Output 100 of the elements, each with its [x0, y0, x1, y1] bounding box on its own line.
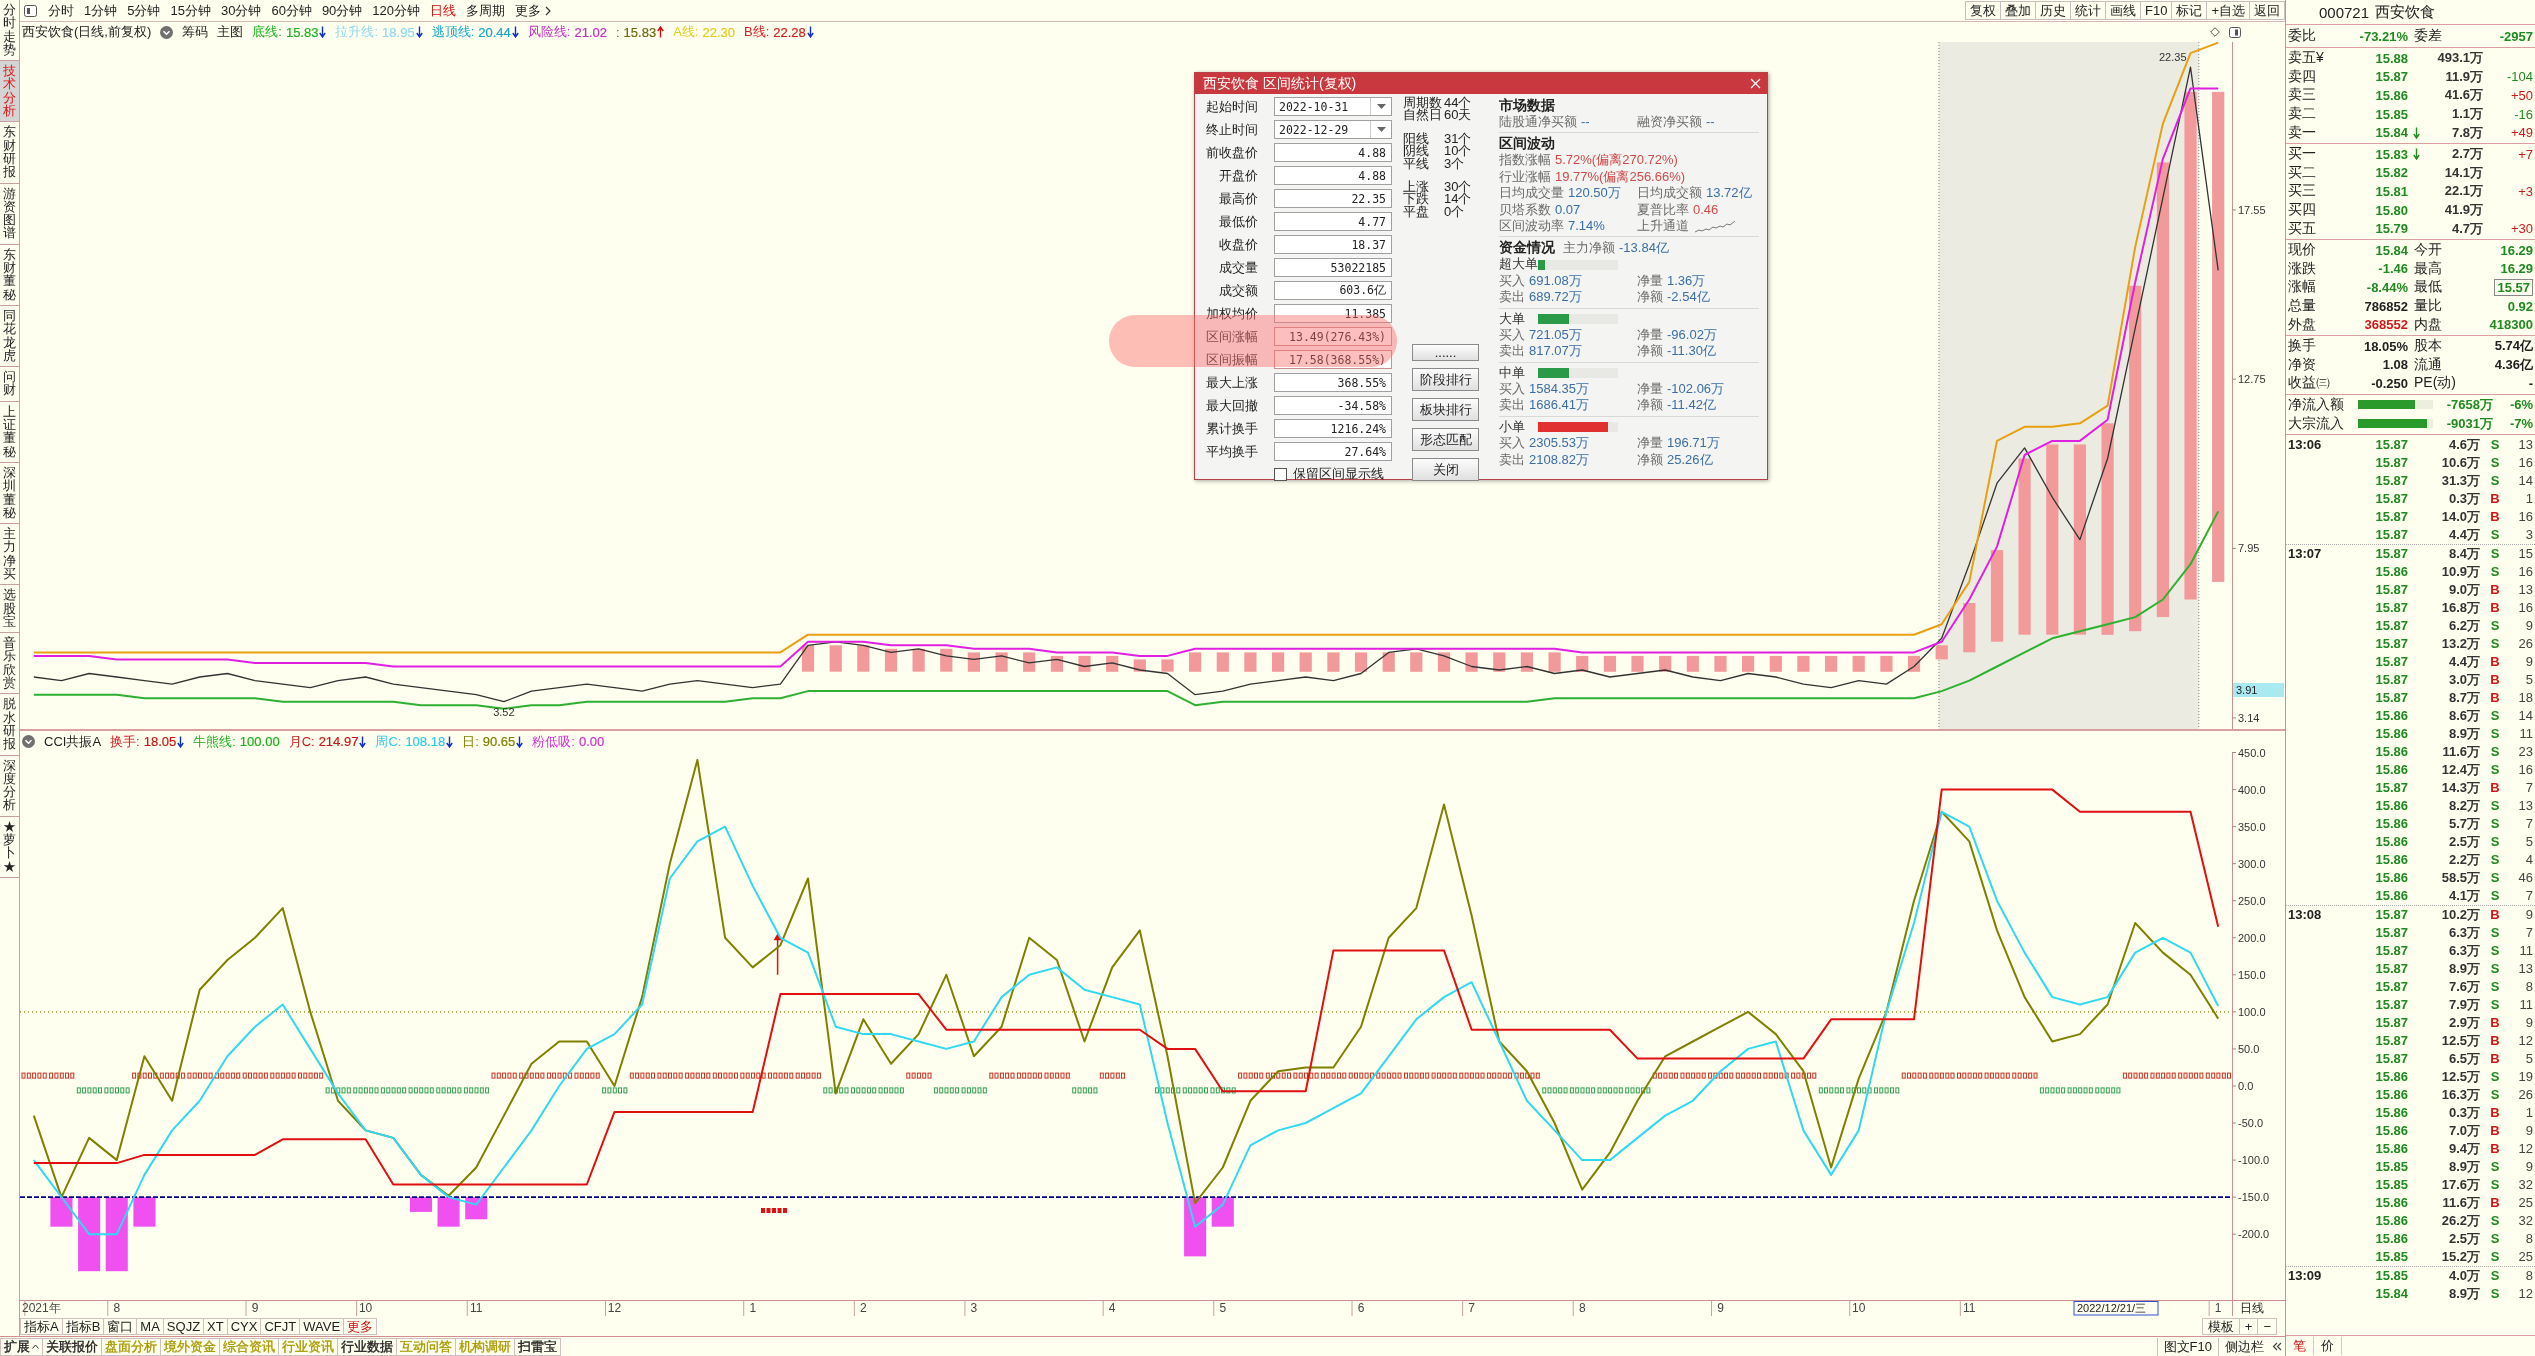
date-dropdown[interactable]: 2022-12-29: [1274, 120, 1392, 139]
toolbar-button[interactable]: 叠加: [2000, 1, 2036, 20]
stat-label: 卖出: [1499, 343, 1525, 359]
period-tab[interactable]: 90分钟: [316, 1, 368, 20]
tick-price: 15.87: [2374, 455, 2408, 471]
period-tab[interactable]: 1分钟: [79, 1, 123, 20]
side-tab[interactable]: 问财: [0, 367, 19, 402]
indicator-tab[interactable]: 更多: [343, 1317, 378, 1335]
quote-label: 委比: [2288, 27, 2317, 45]
indicator-tab[interactable]: 指标A: [20, 1317, 63, 1335]
indicator-tab[interactable]: MA: [136, 1317, 164, 1335]
toolbar-link[interactable]: 图文F10: [2156, 1337, 2218, 1356]
indicator-tab[interactable]: WAVE: [299, 1317, 345, 1335]
value-field[interactable]: 4.77: [1274, 212, 1392, 231]
value-field[interactable]: 17.58(368.55%): [1274, 350, 1392, 369]
side-tab[interactable]: 音乐欣赏: [0, 633, 19, 695]
bottom-tab[interactable]: 关联报价: [42, 1337, 102, 1356]
main-chart-label[interactable]: 主图: [217, 23, 244, 41]
list-tab[interactable]: 笔: [2286, 1337, 2314, 1355]
tick-volume: 10.6万: [2440, 453, 2480, 472]
value-field[interactable]: 18.37: [1274, 235, 1392, 254]
side-tab[interactable]: 主力净买: [0, 524, 19, 586]
period-tab[interactable]: 120分钟: [367, 1, 426, 20]
trade-side: S: [2489, 455, 2501, 471]
value-field[interactable]: 53022185: [1274, 258, 1392, 277]
value-field[interactable]: 4.88: [1274, 166, 1392, 185]
toolbar-button[interactable]: 返回: [2249, 1, 2285, 20]
side-tab[interactable]: 选股宝: [0, 585, 19, 634]
toolbar-button[interactable]: F10: [2140, 1, 2173, 20]
dialog-button[interactable]: 板块排行: [1412, 398, 1479, 421]
dialog-button[interactable]: ......: [1412, 344, 1479, 361]
value-field[interactable]: 22.35: [1274, 189, 1392, 208]
side-tab[interactable]: 上证董秘: [0, 401, 19, 463]
tick-count: 13: [2517, 437, 2533, 453]
value-field[interactable]: 11.385: [1274, 304, 1392, 323]
order-volume: 22.1万: [2443, 182, 2483, 201]
toolbar-button[interactable]: 画线: [2105, 1, 2141, 20]
side-tab[interactable]: ★萝卜★: [0, 816, 19, 878]
dropdown-circle-icon[interactable]: [22, 735, 35, 748]
stat-value: -13.84亿: [1619, 240, 1669, 256]
dialog-button[interactable]: 形态匹配: [1412, 428, 1479, 451]
chip-toggle[interactable]: 筹码: [182, 23, 209, 41]
value-field[interactable]: 368.55%: [1274, 373, 1392, 392]
period-tab[interactable]: 多周期: [461, 1, 511, 20]
side-tab[interactable]: 东财研报: [0, 122, 19, 184]
indicator-tab[interactable]: XT: [203, 1317, 228, 1335]
dialog-button[interactable]: 关闭: [1412, 458, 1479, 481]
close-icon[interactable]: [1750, 78, 1761, 89]
indicator-tab[interactable]: 指标B: [61, 1317, 105, 1335]
dialog-button[interactable]: 阶段排行: [1412, 368, 1479, 391]
toolbar-link[interactable]: 侧边栏: [2218, 1337, 2270, 1356]
value-field[interactable]: 603.6亿: [1274, 281, 1392, 300]
date-dropdown[interactable]: 2022-10-31: [1274, 97, 1392, 116]
bottom-tab[interactable]: 行业数据: [337, 1337, 397, 1356]
value-field[interactable]: 1216.24%: [1274, 419, 1392, 438]
toolbar-button[interactable]: 标记: [2171, 1, 2208, 20]
toolbar-button[interactable]: 复权: [1965, 1, 2001, 20]
period-tab[interactable]: 60分钟: [266, 1, 317, 20]
period-tab[interactable]: 5分钟: [122, 1, 166, 20]
toolbar-button[interactable]: 历史: [2035, 1, 2071, 20]
order-size-label: 中单: [1499, 364, 1526, 382]
period-tab[interactable]: 更多: [510, 1, 557, 20]
period-tab[interactable]: 30分钟: [215, 1, 267, 20]
side-tab[interactable]: 深度分析: [0, 755, 19, 817]
list-tab[interactable]: 价: [2314, 1337, 2342, 1355]
period-tab[interactable]: 15分钟: [165, 1, 216, 20]
order-size-label: 大单: [1499, 310, 1526, 327]
checkbox-label[interactable]: 保留区间显示线: [1293, 465, 1384, 483]
tick-price: 15.87: [2374, 1015, 2408, 1031]
period-tab[interactable]: 分时: [43, 1, 79, 20]
dropdown-circle-icon[interactable]: [160, 25, 174, 39]
side-tab[interactable]: 东财董秘: [0, 244, 19, 306]
panel-toggle-icon[interactable]: [2229, 26, 2241, 38]
panel-toggle-icon[interactable]: [24, 4, 37, 17]
toolbar-button[interactable]: +自选: [2206, 1, 2250, 20]
quote-value: 4.36亿: [2493, 355, 2533, 374]
indicator-value: 22.28: [773, 24, 806, 40]
indicator-tab[interactable]: 窗口: [103, 1317, 138, 1335]
side-tab[interactable]: 脱水研报: [0, 694, 19, 756]
trade-side: B: [2489, 600, 2501, 616]
value-field[interactable]: 4.88: [1274, 143, 1392, 162]
flow-percent: -7%: [2508, 416, 2533, 432]
bottom-tab[interactable]: 扩展: [0, 1337, 43, 1356]
side-tab[interactable]: 同花龙虎: [0, 305, 19, 368]
tick-volume: 6.2万: [2447, 616, 2480, 635]
period-tab[interactable]: 日线: [425, 1, 462, 20]
indicator-tab[interactable]: CFJT: [260, 1317, 301, 1335]
date-label: 9: [1717, 1301, 1724, 1315]
toolbar-button[interactable]: 统计: [2070, 1, 2106, 20]
tick-volume: 9.0万: [2447, 580, 2480, 599]
checkbox[interactable]: [1274, 467, 1287, 481]
bottom-tab[interactable]: 扫雷宝: [514, 1337, 561, 1356]
indicator-tab[interactable]: SQJZ: [162, 1317, 205, 1335]
double-chevron-left-icon[interactable]: [2272, 1342, 2282, 1351]
side-tab[interactable]: 深圳董秘: [0, 462, 19, 525]
diamond-icon[interactable]: [2210, 27, 2220, 37]
side-tab[interactable]: 游资图谱: [0, 183, 19, 245]
value-field[interactable]: 13.49(276.43%): [1274, 327, 1392, 346]
value-field[interactable]: 27.64%: [1274, 442, 1392, 461]
value-field[interactable]: -34.58%: [1274, 396, 1392, 415]
